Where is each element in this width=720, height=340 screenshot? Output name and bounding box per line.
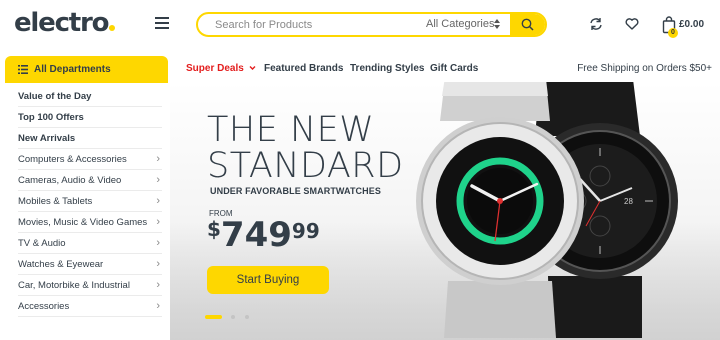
menu-icon[interactable] — [155, 17, 169, 29]
wishlist-heart-icon[interactable] — [625, 17, 639, 31]
sidebar-item-accessories[interactable]: Accessories › — [18, 296, 162, 317]
cart-total[interactable]: £0.00 — [679, 19, 704, 30]
nav-trending-styles[interactable]: Trending Styles — [350, 63, 424, 75]
sidebar-item-value-of-the-day[interactable]: Value of the Day — [18, 86, 162, 107]
slider-dot[interactable] — [231, 315, 235, 319]
chevron-right-icon: › — [156, 258, 160, 270]
sort-arrows-icon — [494, 19, 500, 29]
smartwatch-product-image: 28 — [416, 82, 678, 338]
sidebar-item-car-motorbike[interactable]: Car, Motorbike & Industrial › — [18, 275, 162, 296]
chevron-right-icon: › — [156, 300, 160, 312]
hero-banner: THE NEW STANDARD UNDER FAVORABLE SMARTWA… — [170, 82, 720, 340]
chevron-right-icon: › — [156, 174, 160, 186]
logo-dot — [109, 25, 116, 31]
compare-icon[interactable] — [589, 17, 603, 31]
sidebar-item-computers[interactable]: Computers & Accessories › — [18, 149, 162, 170]
sidebar-item-watches[interactable]: Watches & Eyewear › — [18, 254, 162, 275]
search-bar: All Categories — [196, 12, 547, 37]
free-shipping-notice: Free Shipping on Orders $50+ — [577, 63, 712, 74]
hero-price: $74999 — [207, 215, 320, 255]
category-select[interactable]: All Categories — [426, 14, 494, 35]
hero-title: THE NEW STANDARD — [207, 110, 404, 186]
sidebar-item-tv-audio[interactable]: TV & Audio › — [18, 233, 162, 254]
chevron-right-icon: › — [156, 195, 160, 207]
chevron-down-icon — [249, 66, 256, 71]
watch-date-label: 28 — [624, 197, 633, 206]
search-input[interactable] — [198, 14, 408, 35]
nav-featured-brands[interactable]: Featured Brands — [264, 63, 343, 75]
search-button[interactable] — [510, 14, 545, 35]
site-header: electro All Categories 0 £0.00 — [0, 0, 720, 50]
chevron-right-icon: › — [156, 153, 160, 165]
chevron-right-icon: › — [156, 279, 160, 291]
sidebar-item-movies-music[interactable]: Movies, Music & Video Games › — [18, 212, 162, 233]
hero-subtitle: UNDER FAVORABLE SMARTWATCHES — [210, 186, 381, 196]
nav-super-deals[interactable]: Super Deals — [186, 63, 256, 75]
chevron-right-icon: › — [156, 237, 160, 249]
cart-count-badge: 0 — [668, 28, 678, 38]
list-icon — [18, 65, 28, 74]
slider-dot-active[interactable] — [205, 315, 222, 319]
sidebar-item-mobiles[interactable]: Mobiles & Tablets › — [18, 191, 162, 212]
departments-sidebar: Value of the Day Top 100 Offers New Arri… — [5, 83, 168, 320]
search-icon — [521, 18, 534, 31]
chevron-right-icon: › — [156, 216, 160, 228]
sidebar-item-cameras[interactable]: Cameras, Audio & Video › — [18, 170, 162, 191]
start-buying-button[interactable]: Start Buying — [207, 266, 329, 294]
sidebar-item-new-arrivals[interactable]: New Arrivals — [18, 128, 162, 149]
sidebar-item-top-100-offers[interactable]: Top 100 Offers — [18, 107, 162, 128]
slider-dot[interactable] — [245, 315, 249, 319]
all-departments-button[interactable]: All Departments — [5, 56, 168, 83]
nav-gift-cards[interactable]: Gift Cards — [430, 63, 478, 75]
logo[interactable]: electro — [14, 6, 116, 40]
all-departments-label: All Departments — [34, 64, 111, 75]
